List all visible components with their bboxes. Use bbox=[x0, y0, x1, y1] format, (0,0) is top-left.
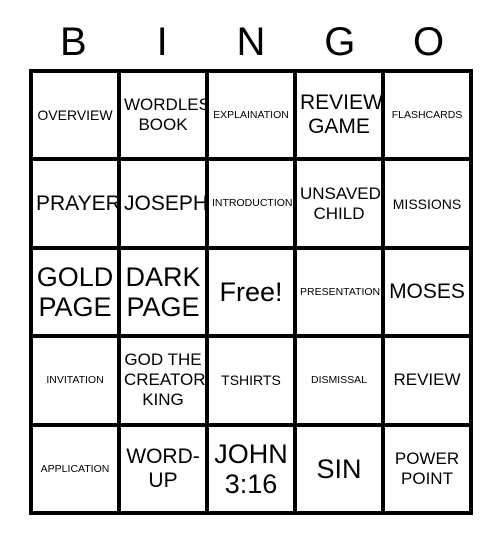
bingo-cell-label: TSHIRTS bbox=[221, 372, 281, 389]
bingo-cell-label: OVERVIEW bbox=[37, 107, 113, 124]
bingo-cell[interactable]: GOD THE CREATOR KING bbox=[121, 338, 205, 423]
bingo-cell[interactable]: SIN bbox=[297, 426, 381, 511]
bingo-cell[interactable]: INTRODUCTION bbox=[209, 161, 293, 246]
bingo-cell[interactable]: WORD- UP bbox=[121, 426, 205, 511]
bingo-cell[interactable]: INVITATION bbox=[33, 338, 117, 423]
bingo-cell[interactable]: WORDLES BOOK bbox=[121, 73, 205, 158]
bingo-cell-label: UNSAVED CHILD bbox=[300, 183, 381, 223]
bingo-header-letter: N bbox=[236, 20, 266, 64]
bingo-cell[interactable]: PRAYER bbox=[33, 161, 117, 246]
bingo-header: BINGO bbox=[29, 16, 473, 68]
bingo-cell-label: PRAYER bbox=[36, 191, 117, 215]
bingo-cell-label: SIN bbox=[316, 453, 362, 484]
bingo-header-letter: I bbox=[156, 20, 168, 64]
bingo-cell-label: WORDLES BOOK bbox=[124, 95, 205, 135]
bingo-header-letter: O bbox=[413, 20, 445, 64]
bingo-cell-label: Free! bbox=[219, 276, 283, 307]
bingo-cell[interactable]: REVIEW GAME bbox=[297, 73, 381, 158]
bingo-header-letter: B bbox=[60, 20, 87, 64]
bingo-cell[interactable]: REVIEW bbox=[385, 338, 469, 423]
bingo-cell-label: DISMISSAL bbox=[310, 374, 368, 387]
bingo-cell-label: GOLD PAGE bbox=[36, 261, 114, 322]
bingo-cell-label: WORD- UP bbox=[126, 444, 200, 492]
bingo-cell-label: INTRODUCTION bbox=[212, 197, 293, 210]
bingo-cell[interactable]: DISMISSAL bbox=[297, 338, 381, 423]
bingo-grid: OVERVIEW WORDLES BOOK EXPLAINATION REVIEW G… bbox=[29, 69, 473, 515]
bingo-cell[interactable]: APPLICATION bbox=[33, 426, 117, 511]
bingo-cell-label: EXPLAINATION bbox=[213, 108, 289, 121]
bingo-cell[interactable]: OVERVIEW bbox=[33, 73, 117, 158]
bingo-free-cell[interactable]: Free! bbox=[209, 249, 293, 335]
bingo-cell[interactable]: DARK PAGE bbox=[121, 249, 205, 335]
bingo-cell-label: FLASHCARDS bbox=[391, 108, 463, 121]
bingo-cell-label: INVITATION bbox=[46, 374, 104, 387]
bingo-cell[interactable]: JOSEPH bbox=[121, 161, 205, 246]
bingo-cell-label: JOHN 3:16 bbox=[214, 438, 288, 499]
bingo-cell-label: MOSES bbox=[389, 279, 465, 303]
bingo-cell-label: REVIEW bbox=[393, 370, 461, 390]
bingo-cell[interactable]: POWER POINT bbox=[385, 426, 469, 511]
bingo-cell-label: APPLICATION bbox=[40, 462, 110, 475]
bingo-cell[interactable]: FLASHCARDS bbox=[385, 73, 469, 158]
bingo-cell-label: JOSEPH bbox=[124, 191, 205, 215]
bingo-cell-label: DARK PAGE bbox=[125, 261, 201, 322]
bingo-card: B I N G O OVERVIEW WORDLES BOOK EXPLAINATION RE… bbox=[0, 0, 502, 544]
bingo-cell-label: REVIEW GAME bbox=[300, 91, 381, 139]
bingo-cell[interactable]: EXPLAINATION bbox=[209, 73, 293, 158]
bingo-cell[interactable]: GOLD PAGE bbox=[33, 249, 117, 335]
bingo-header-letter: G bbox=[324, 20, 356, 64]
bingo-cell-label: PRESENTATION bbox=[300, 285, 381, 298]
bingo-cell-label: POWER POINT bbox=[394, 448, 460, 488]
bingo-cell[interactable]: PRESENTATION bbox=[297, 249, 381, 335]
bingo-cell[interactable]: MOSES bbox=[385, 249, 469, 335]
bingo-cell[interactable]: TSHIRTS bbox=[209, 338, 293, 423]
bingo-cell[interactable]: JOHN 3:16 bbox=[209, 426, 293, 511]
bingo-cell[interactable]: MISSIONS bbox=[385, 161, 469, 246]
bingo-cell-label: MISSIONS bbox=[392, 195, 462, 212]
bingo-cell-label: GOD THE CREATOR KING bbox=[124, 350, 205, 410]
bingo-cell[interactable]: UNSAVED CHILD bbox=[297, 161, 381, 246]
